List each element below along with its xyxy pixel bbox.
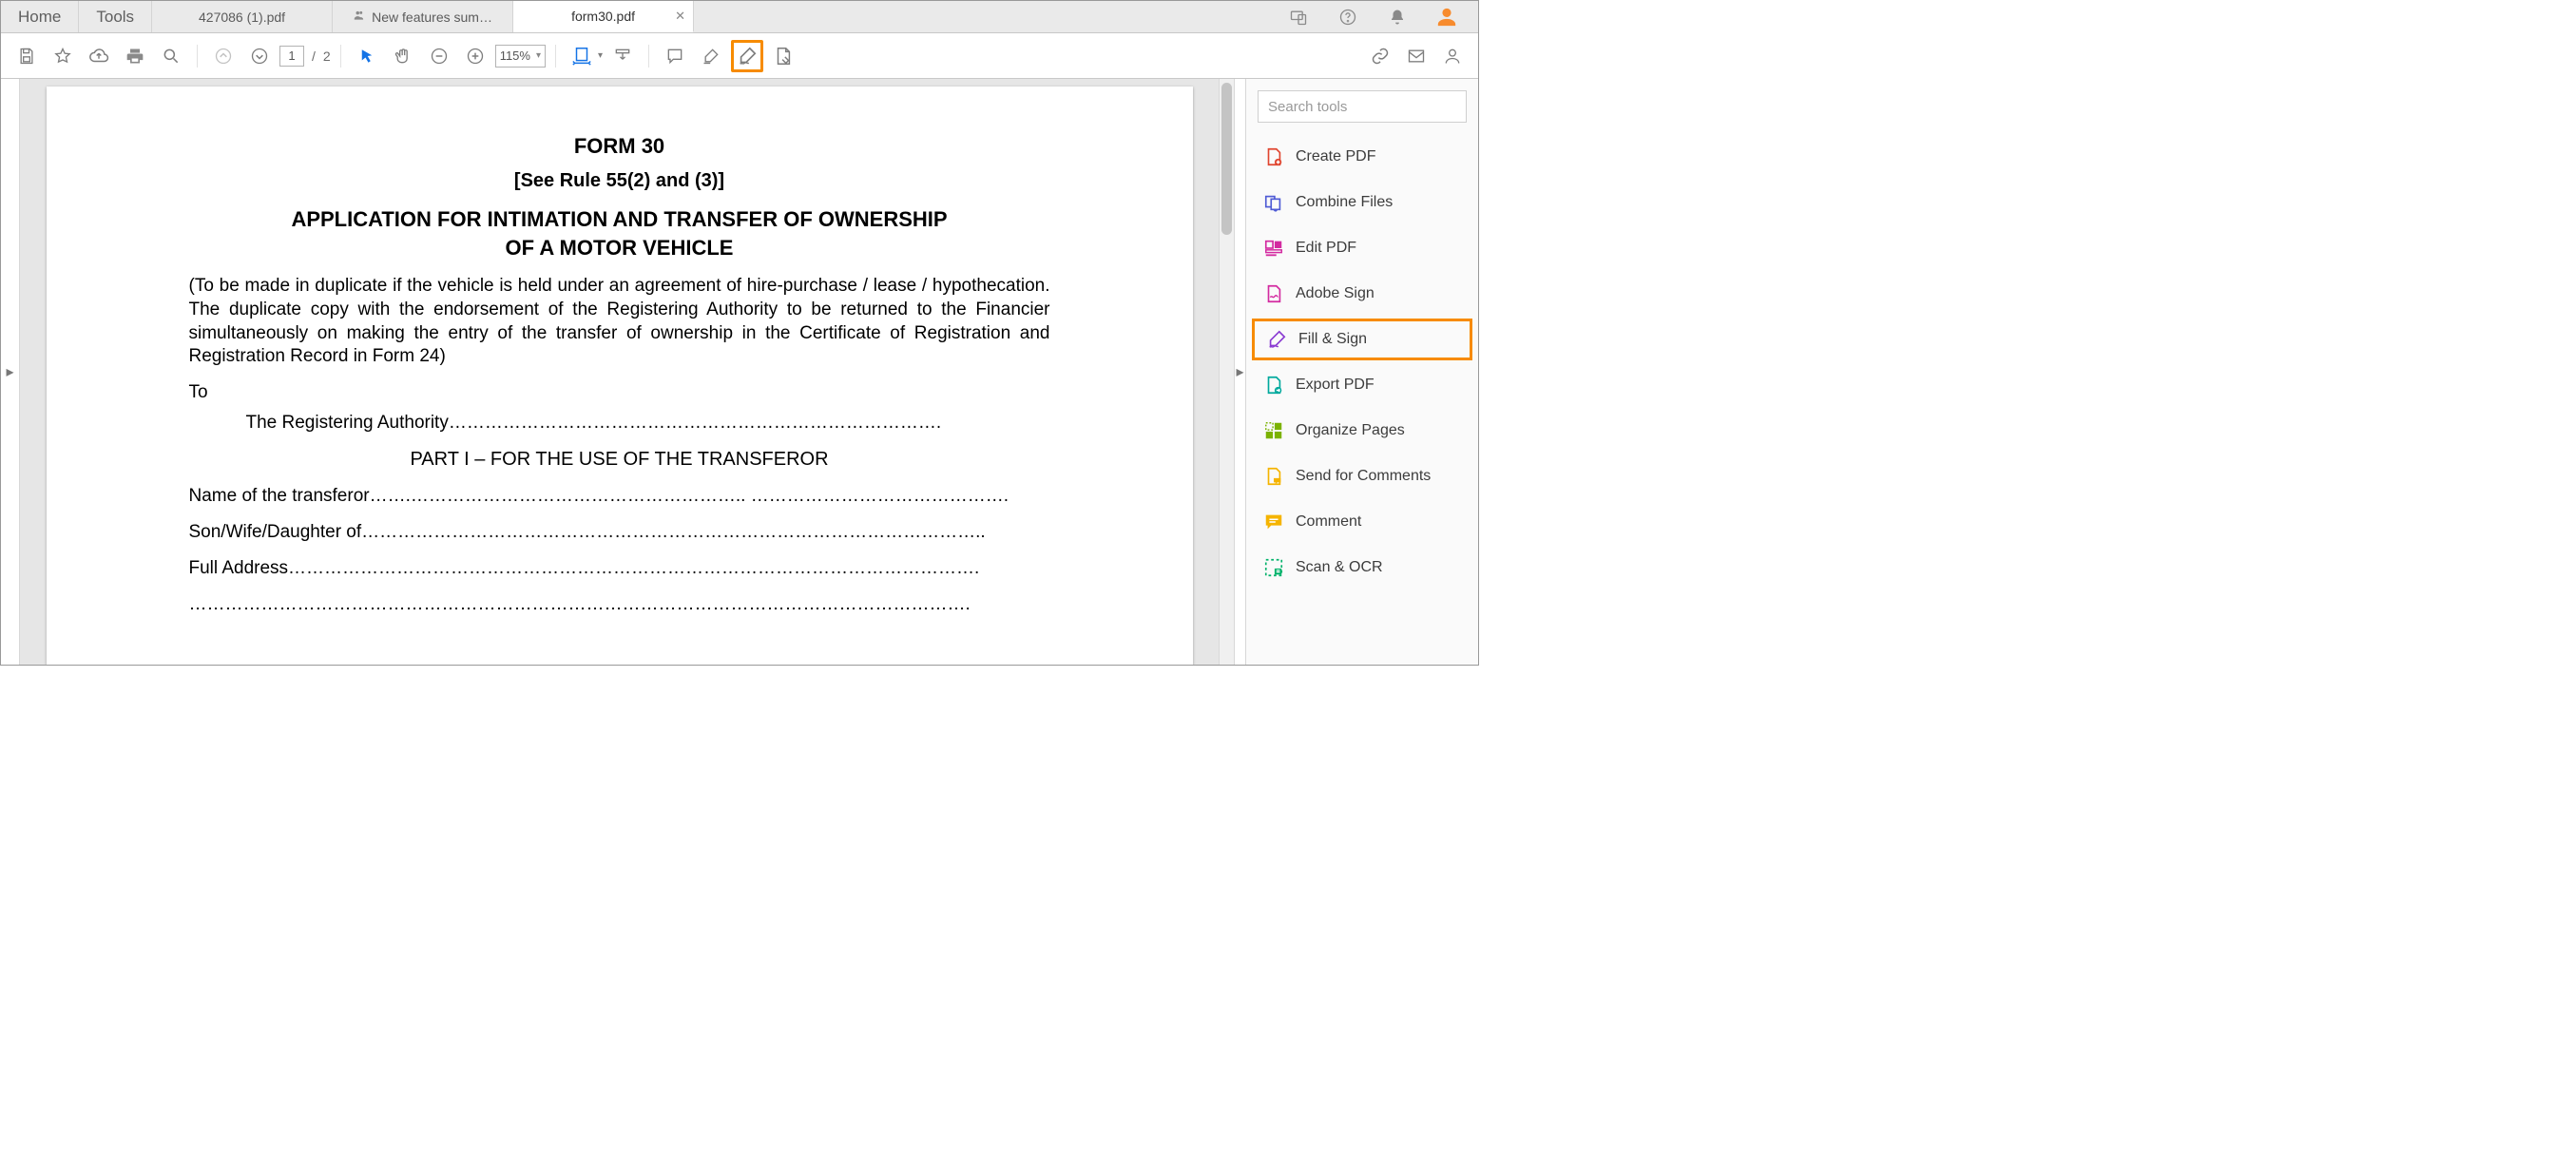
scrollbar[interactable]: [1219, 79, 1234, 665]
tool-label: Edit PDF: [1296, 240, 1356, 257]
tool-organize-pages[interactable]: Organize Pages: [1246, 408, 1478, 454]
device-connect-icon[interactable]: [1282, 1, 1315, 33]
bell-icon[interactable]: [1381, 1, 1413, 33]
mail-icon[interactable]: [1400, 40, 1432, 72]
doc-field3: Full Address……………………………………………………………………………: [189, 558, 1050, 579]
pdf-page: FORM 30 [See Rule 55(2) and (3)] APPLICA…: [47, 87, 1193, 665]
tab-bar: Home Tools 427086 (1).pdf New features s…: [1, 1, 1478, 33]
comment-icon[interactable]: [659, 40, 691, 72]
save-icon[interactable]: [10, 40, 43, 72]
scroll-thumb[interactable]: [1221, 83, 1232, 235]
doc-reg-auth: The Registering Authority…………………………………………: [246, 413, 1050, 434]
tool-icon: [1263, 283, 1284, 304]
search-tools-input[interactable]: Search tools: [1258, 90, 1467, 123]
document-area[interactable]: FORM 30 [See Rule 55(2) and (3)] APPLICA…: [20, 79, 1219, 665]
pointer-icon[interactable]: [351, 40, 383, 72]
doc-to: To: [189, 382, 1050, 403]
doc-subtitle: [See Rule 55(2) and (3)]: [189, 170, 1050, 192]
tool-icon: [1263, 557, 1284, 578]
page-up-icon[interactable]: [207, 40, 240, 72]
tool-create-pdf[interactable]: Create PDF: [1246, 134, 1478, 180]
share-profile-icon[interactable]: [1436, 40, 1469, 72]
star-icon[interactable]: [47, 40, 79, 72]
tool-label: Create PDF: [1296, 148, 1375, 165]
tools-panel: Search tools Create PDF Combine Files Edit…: [1245, 79, 1478, 665]
doc-tab-2[interactable]: form30.pdf ✕: [513, 1, 694, 32]
doc-heading: APPLICATION FOR INTIMATION AND TRANSFER …: [189, 205, 1050, 261]
zoom-dropdown[interactable]: 115% ▾: [495, 45, 546, 68]
shared-icon: [353, 9, 366, 25]
tool-label: Send for Comments: [1296, 468, 1431, 485]
tool-icon: [1263, 512, 1284, 532]
doc-tab-label: form30.pdf: [571, 9, 635, 24]
sign-icon[interactable]: [731, 40, 763, 72]
page-number-input[interactable]: [279, 46, 304, 67]
tool-combine-files[interactable]: Combine Files: [1246, 180, 1478, 225]
tool-label: Scan & OCR: [1296, 559, 1383, 576]
tool-label: Fill & Sign: [1298, 331, 1367, 348]
left-panel-toggle[interactable]: ▸: [1, 79, 20, 665]
doc-field2: Son/Wife/Daughter of………………………………………………………: [189, 522, 1050, 543]
print-icon[interactable]: [119, 40, 151, 72]
find-icon[interactable]: [155, 40, 187, 72]
heading-line1: APPLICATION FOR INTIMATION AND TRANSFER …: [291, 207, 947, 231]
tool-adobe-sign[interactable]: Adobe Sign: [1246, 271, 1478, 317]
right-panel-toggle[interactable]: ▸: [1234, 79, 1245, 665]
page-down-icon[interactable]: [243, 40, 276, 72]
tool-list: Create PDF Combine Files Edit PDF Adobe Sig…: [1246, 130, 1478, 665]
tool-icon: [1263, 238, 1284, 259]
cloud-upload-icon[interactable]: [83, 40, 115, 72]
tool-icon: [1263, 146, 1284, 167]
tool-export-pdf[interactable]: Export PDF: [1246, 362, 1478, 408]
doc-field4: ……………………………………………………………………………………………………………: [189, 594, 1050, 615]
tool-icon: [1266, 329, 1287, 350]
highlight-icon[interactable]: [695, 40, 727, 72]
doc-note: (To be made in duplicate if the vehicle …: [189, 275, 1050, 369]
fit-width-icon[interactable]: [566, 40, 598, 72]
zoom-out-icon[interactable]: [423, 40, 455, 72]
link-icon[interactable]: [1364, 40, 1396, 72]
read-mode-icon[interactable]: [606, 40, 639, 72]
tool-icon: [1263, 466, 1284, 487]
main: ▸ FORM 30 [See Rule 55(2) and (3)] APPLI…: [1, 79, 1478, 665]
chevron-down-icon: ▾: [536, 50, 541, 61]
doc-field1: Name of the transferor…….…………………………………………: [189, 486, 1050, 507]
tool-icon: [1263, 420, 1284, 441]
tool-comment[interactable]: Comment: [1246, 499, 1478, 545]
doc-part: PART I – FOR THE USE OF THE TRANSFEROR: [189, 449, 1050, 471]
close-tab-icon[interactable]: ✕: [675, 9, 685, 24]
tool-edit-pdf[interactable]: Edit PDF: [1246, 225, 1478, 271]
zoom-value: 115%: [500, 48, 530, 63]
tool-label: Organize Pages: [1296, 422, 1405, 439]
heading-line2: OF A MOTOR VEHICLE: [506, 236, 734, 260]
tool-scan-ocr[interactable]: Scan & OCR: [1246, 545, 1478, 590]
page-separator: /: [312, 48, 316, 64]
page-total: 2: [323, 48, 331, 64]
tool-icon: [1263, 375, 1284, 396]
tool-label: Combine Files: [1296, 194, 1393, 211]
doc-tab-label: 427086 (1).pdf: [199, 10, 285, 25]
doc-tab-0[interactable]: 427086 (1).pdf: [152, 1, 333, 32]
tool-send-for-comments[interactable]: Send for Comments: [1246, 454, 1478, 499]
search-placeholder: Search tools: [1268, 99, 1347, 115]
toolbar: / 2 115% ▾ ▾: [1, 33, 1478, 79]
hand-icon[interactable]: [387, 40, 419, 72]
doc-tab-label: New features sum…: [372, 10, 492, 25]
tool-icon: [1263, 192, 1284, 213]
doc-title: FORM 30: [189, 134, 1050, 159]
account-icon[interactable]: [1431, 1, 1463, 33]
tool-label: Adobe Sign: [1296, 285, 1375, 302]
tool-label: Export PDF: [1296, 377, 1375, 394]
doc-tab-1[interactable]: New features sum…: [333, 1, 513, 32]
tab-tools[interactable]: Tools: [79, 1, 152, 32]
tool-label: Comment: [1296, 513, 1361, 531]
chevron-down-icon[interactable]: ▾: [598, 50, 603, 61]
help-icon[interactable]: [1332, 1, 1364, 33]
zoom-in-icon[interactable]: [459, 40, 491, 72]
tab-home[interactable]: Home: [1, 1, 79, 32]
stamp-icon[interactable]: [767, 40, 799, 72]
tool-fill-sign[interactable]: Fill & Sign: [1252, 319, 1472, 360]
tabbar-right: [1282, 1, 1478, 32]
